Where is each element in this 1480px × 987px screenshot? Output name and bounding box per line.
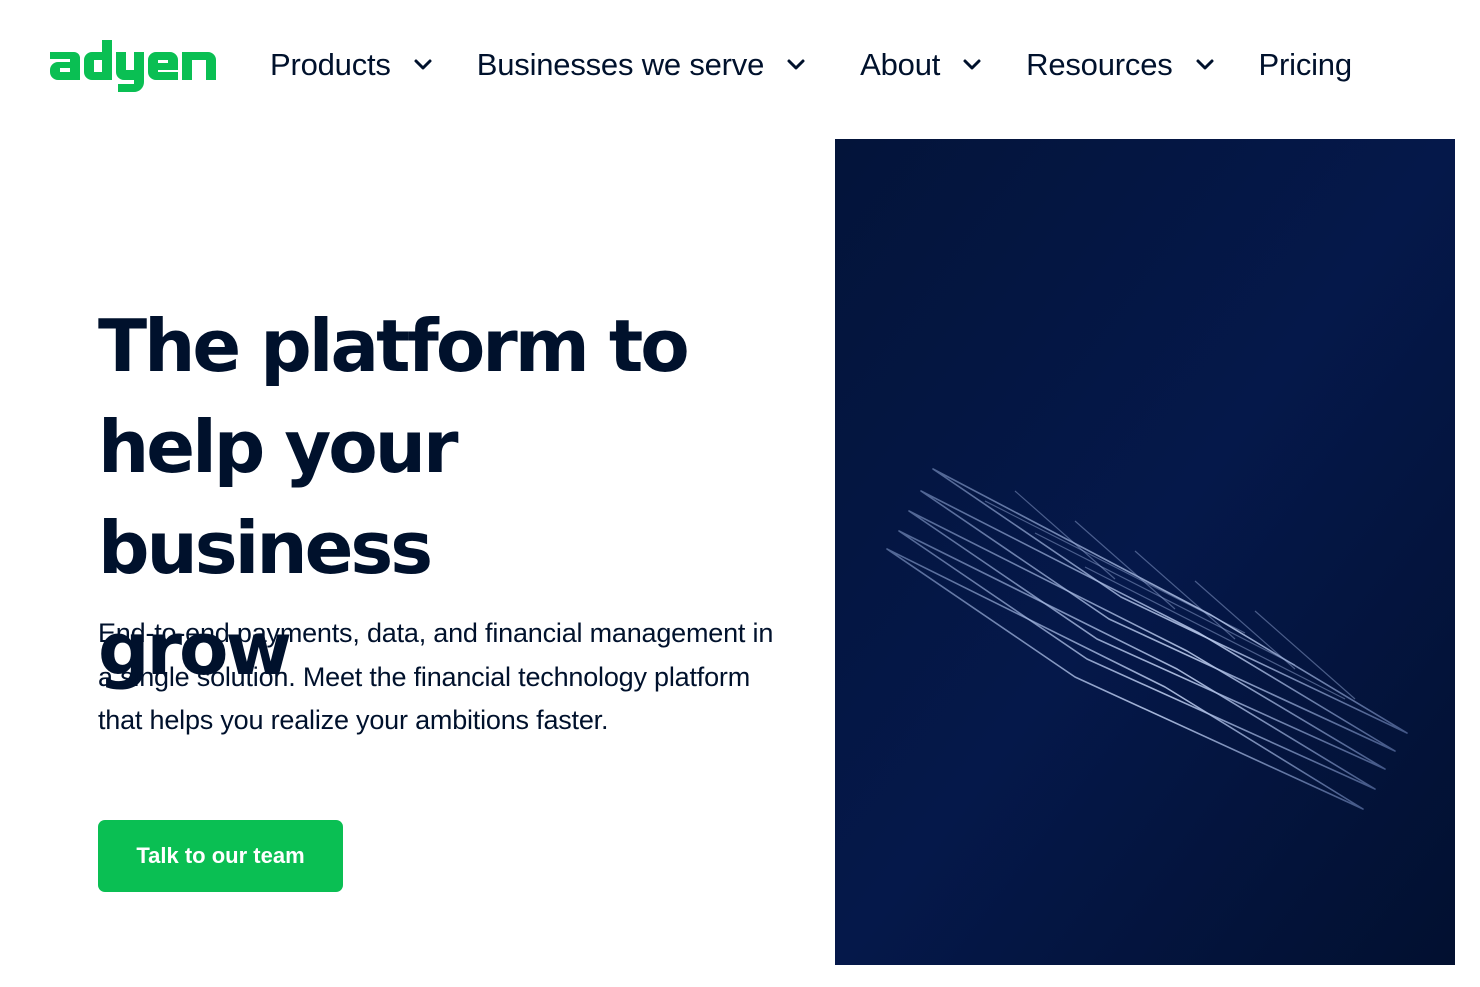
nav-businesses-label: Businesses we serve <box>476 47 765 82</box>
hero-subtitle: End-to-end payments, data, and financial… <box>98 618 774 735</box>
nav-businesses-we-serve[interactable]: Businesses we serve <box>477 47 806 83</box>
talk-to-our-team-button[interactable]: Talk to our team <box>98 820 343 892</box>
nav-about[interactable]: About <box>860 47 982 83</box>
nav-about-label: About <box>860 47 941 82</box>
page: Products Businesses we serve About Resou… <box>0 0 1480 987</box>
chevron-down-icon <box>1196 59 1214 70</box>
nav-resources[interactable]: Resources <box>1026 47 1214 83</box>
main-nav: Products Businesses we serve About Resou… <box>270 42 1352 88</box>
adyen-logo[interactable] <box>48 38 223 94</box>
chevron-down-icon <box>787 59 805 70</box>
chevron-down-icon <box>963 59 981 70</box>
nav-resources-label: Resources <box>1026 47 1173 82</box>
wireframe-layers-illustration-icon <box>835 139 1455 965</box>
chevron-down-icon <box>414 59 432 70</box>
hero-title-line-2: help your business <box>98 405 459 590</box>
nav-pricing-label: Pricing <box>1258 47 1353 82</box>
hero-illustration <box>835 139 1455 965</box>
site-header: Products Businesses we serve About Resou… <box>0 0 1480 130</box>
nav-products-label: Products <box>270 47 391 82</box>
hero-title-line-1: The platform to <box>98 304 690 388</box>
adyen-logo-icon <box>50 40 216 92</box>
nav-pricing[interactable]: Pricing <box>1258 47 1353 83</box>
nav-products[interactable]: Products <box>270 47 433 83</box>
